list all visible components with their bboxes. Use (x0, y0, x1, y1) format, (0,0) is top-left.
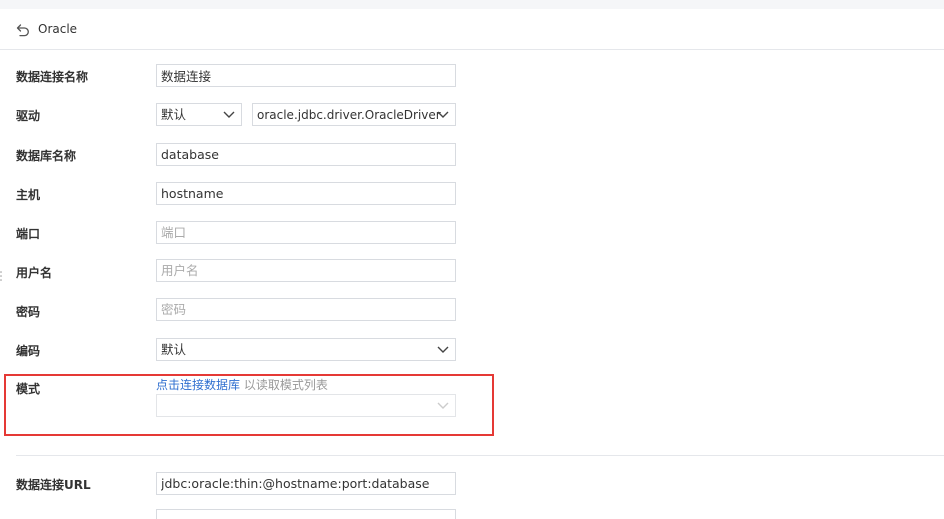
chevron-down-icon (223, 111, 235, 118)
database-name-input[interactable] (156, 143, 456, 166)
driver-class-value: oracle.jdbc.driver.OracleDriver (257, 108, 441, 122)
username-input[interactable] (156, 259, 456, 282)
host-input[interactable] (156, 182, 456, 205)
connect-database-link[interactable]: 点击连接数据库 (156, 378, 240, 392)
schema-hint-text: 以读取模式列表 (240, 378, 328, 392)
chevron-down-icon (437, 346, 449, 353)
section-divider (16, 455, 944, 456)
driver-mode-value: 默认 (161, 107, 187, 122)
top-strip (0, 0, 944, 9)
username-label: 用户名 (16, 266, 53, 280)
schema-label: 模式 (16, 382, 41, 396)
driver-class-select[interactable]: oracle.jdbc.driver.OracleDriver (252, 103, 456, 126)
connection-name-input[interactable] (156, 64, 456, 87)
driver-mode-select[interactable]: 默认 (156, 103, 242, 126)
connection-name-label: 数据连接名称 (16, 70, 89, 84)
schema-hint: 点击连接数据库 以读取模式列表 (156, 376, 328, 393)
port-label: 端口 (16, 227, 41, 241)
next-field-partial[interactable] (156, 509, 456, 519)
chevron-down-icon (437, 111, 449, 118)
page-title: Oracle (38, 22, 78, 36)
encoding-value: 默认 (161, 342, 187, 357)
encoding-select[interactable]: 默认 (156, 338, 456, 361)
encoding-label: 编码 (16, 344, 41, 358)
port-input[interactable] (156, 221, 456, 244)
page-header: Oracle (0, 9, 944, 50)
driver-label: 驱动 (16, 109, 41, 123)
url-label: 数据连接URL (16, 478, 91, 492)
password-input[interactable] (156, 298, 456, 321)
password-label: 密码 (16, 305, 41, 319)
schema-select[interactable] (156, 394, 456, 417)
resize-handle-icon[interactable] (0, 270, 2, 282)
undo-arrow-icon[interactable] (16, 23, 30, 37)
chevron-down-icon (437, 402, 449, 409)
url-input[interactable] (156, 472, 456, 495)
database-name-label: 数据库名称 (16, 149, 77, 163)
host-label: 主机 (16, 188, 41, 202)
